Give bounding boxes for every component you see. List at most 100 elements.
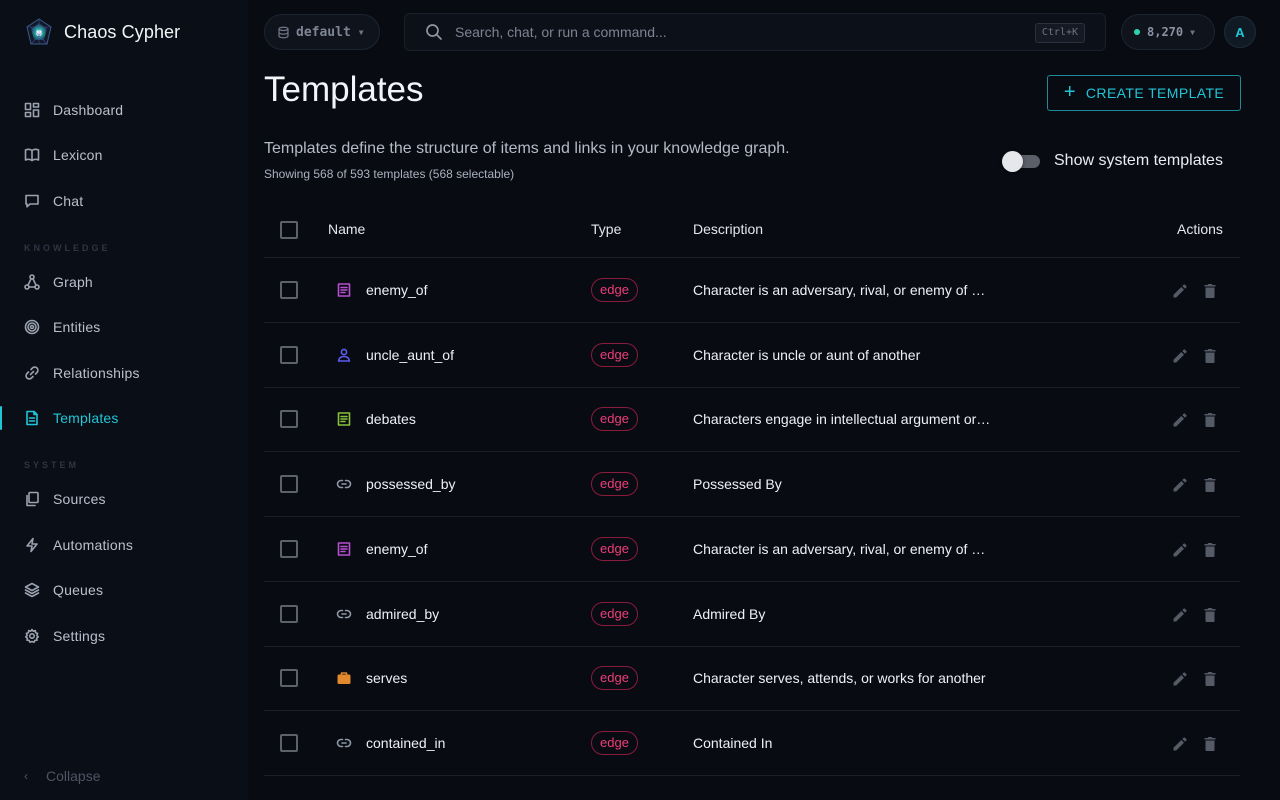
edit-button[interactable] bbox=[1171, 282, 1189, 300]
table-row[interactable]: uncle_aunt_of edge Character is uncle or a… bbox=[264, 323, 1240, 388]
gear-icon bbox=[24, 628, 40, 644]
search-input[interactable] bbox=[455, 24, 1015, 40]
delete-button[interactable] bbox=[1201, 411, 1219, 429]
table-row[interactable]: possessed_by edge Possessed By bbox=[264, 452, 1240, 518]
edit-button[interactable] bbox=[1171, 735, 1189, 753]
sidebar-item-templates[interactable]: Templates bbox=[0, 400, 248, 436]
sidebar-item-automations[interactable]: Automations bbox=[0, 527, 248, 563]
table-row[interactable]: debates edge Characters engage in intellec… bbox=[264, 387, 1240, 453]
sources-icon bbox=[26, 491, 39, 507]
template-description: Contained In bbox=[693, 734, 773, 751]
status-dot-icon bbox=[1134, 29, 1140, 35]
edit-button[interactable] bbox=[1171, 347, 1189, 365]
row-checkbox[interactable] bbox=[280, 345, 298, 364]
template-name: enemy_of bbox=[366, 282, 428, 298]
page-title: Templates bbox=[264, 70, 424, 109]
collapse-button[interactable]: ‹ Collapse bbox=[24, 768, 100, 784]
row-checkbox[interactable] bbox=[280, 604, 298, 623]
toggle-label: Show system templates bbox=[1054, 152, 1223, 169]
link-icon bbox=[336, 606, 352, 622]
row-checkbox[interactable] bbox=[280, 475, 298, 494]
sidebar-item-sources[interactable]: Sources bbox=[0, 481, 248, 517]
sidebar-item-dashboard[interactable]: Dashboard bbox=[0, 92, 248, 128]
sidebar-item-settings[interactable]: Settings bbox=[0, 618, 248, 654]
column-header-type[interactable]: Type bbox=[591, 221, 621, 237]
trash-icon bbox=[1204, 542, 1216, 557]
template-description: Character is an adversary, rival, or ene… bbox=[693, 540, 993, 557]
collapse-label: Collapse bbox=[46, 768, 101, 784]
type-badge: edge bbox=[591, 601, 638, 626]
sidebar-item-label: Entities bbox=[53, 319, 101, 335]
template-description: Admired By bbox=[693, 605, 766, 622]
template-name: admired_by bbox=[366, 605, 440, 622]
table-row[interactable]: admired_by edge Admired By bbox=[264, 582, 1240, 647]
avatar[interactable]: A bbox=[1224, 16, 1256, 48]
chat-icon bbox=[25, 194, 39, 208]
row-checkbox[interactable] bbox=[280, 281, 298, 299]
briefcase-icon bbox=[336, 670, 352, 686]
edit-button[interactable] bbox=[1171, 606, 1189, 624]
delete-button[interactable] bbox=[1201, 541, 1219, 559]
dashboard-icon bbox=[24, 102, 40, 118]
sidebar-item-label: Sources bbox=[53, 491, 106, 507]
delete-button[interactable] bbox=[1201, 735, 1219, 753]
workspace-select[interactable]: default ▼ bbox=[264, 14, 380, 50]
trash-icon bbox=[1204, 413, 1216, 428]
file-icon bbox=[26, 410, 38, 426]
pencil-icon bbox=[1173, 607, 1187, 621]
sidebar-item-lexicon[interactable]: Lexicon bbox=[0, 137, 248, 173]
pencil-icon bbox=[1173, 413, 1187, 427]
book-icon bbox=[24, 148, 40, 162]
trash-icon bbox=[1204, 672, 1216, 687]
pencil-icon bbox=[1173, 543, 1187, 557]
row-checkbox[interactable] bbox=[280, 539, 298, 558]
sidebar-item-label: Queues bbox=[53, 582, 104, 598]
sidebar-item-label: Settings bbox=[53, 628, 106, 644]
type-badge: edge bbox=[591, 472, 638, 497]
sidebar-item-graph[interactable]: Graph bbox=[0, 264, 248, 300]
target-icon bbox=[24, 319, 40, 335]
table-header: Name Type Description Actions bbox=[264, 198, 1240, 258]
select-all-checkbox[interactable] bbox=[280, 221, 298, 239]
credits-balance[interactable]: 8,270 ▼ bbox=[1121, 14, 1215, 50]
edit-button[interactable] bbox=[1171, 541, 1189, 559]
trash-icon bbox=[1204, 348, 1216, 363]
trash-icon bbox=[1204, 478, 1216, 493]
row-checkbox[interactable] bbox=[280, 410, 298, 429]
edit-button[interactable] bbox=[1171, 476, 1189, 494]
template-description: Character is an adversary, rival, or ene… bbox=[693, 282, 993, 298]
layers-icon bbox=[24, 582, 40, 598]
table-row[interactable]: enemy_of edge Character is an adversary, r… bbox=[264, 517, 1240, 582]
chaos-cypher-logo-icon bbox=[24, 17, 54, 47]
create-template-button[interactable]: + CREATE TEMPLATE bbox=[1047, 75, 1241, 111]
template-name: contained_in bbox=[366, 734, 446, 751]
edit-button[interactable] bbox=[1171, 411, 1189, 429]
column-header-description[interactable]: Description bbox=[693, 221, 763, 237]
bolt-icon bbox=[26, 537, 38, 553]
sidebar-item-relationships[interactable]: Relationships bbox=[0, 355, 248, 391]
table-row[interactable]: serves edge Character serves, attends, or … bbox=[264, 646, 1240, 712]
delete-button[interactable] bbox=[1201, 606, 1219, 624]
column-header-name[interactable]: Name bbox=[328, 221, 365, 237]
row-checkbox[interactable] bbox=[280, 733, 298, 752]
delete-button[interactable] bbox=[1201, 282, 1219, 300]
sidebar-item-label: Chat bbox=[53, 193, 84, 209]
pencil-icon bbox=[1173, 284, 1187, 298]
sidebar-item-queues[interactable]: Queues bbox=[0, 572, 248, 608]
row-checkbox[interactable] bbox=[280, 669, 298, 688]
sidebar-item-label: Lexicon bbox=[53, 147, 103, 163]
table-row[interactable]: contained_in edge Contained In bbox=[264, 711, 1240, 776]
edit-button[interactable] bbox=[1171, 670, 1189, 688]
brand[interactable]: Chaos Cypher bbox=[24, 16, 180, 48]
table-row[interactable]: enemy_of edge Character is an adversary, r… bbox=[264, 258, 1240, 323]
command-search[interactable]: Ctrl+K bbox=[404, 13, 1106, 51]
delete-button[interactable] bbox=[1201, 670, 1219, 688]
system-templates-toggle[interactable] bbox=[1002, 150, 1042, 172]
sidebar-item-chat[interactable]: Chat bbox=[0, 183, 248, 219]
sidebar-item-label: Relationships bbox=[53, 365, 140, 381]
delete-button[interactable] bbox=[1201, 476, 1219, 494]
delete-button[interactable] bbox=[1201, 347, 1219, 365]
database-icon bbox=[278, 26, 289, 38]
sidebar-item-entities[interactable]: Entities bbox=[0, 309, 248, 345]
trash-icon bbox=[1204, 736, 1216, 751]
